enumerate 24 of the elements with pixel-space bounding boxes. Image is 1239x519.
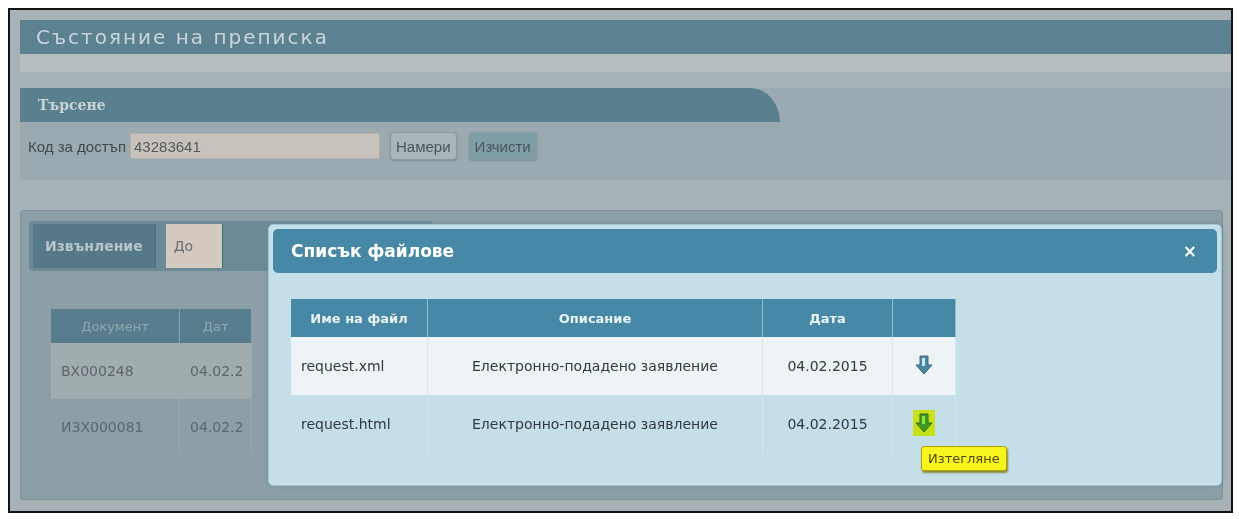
column-header: Дата — [762, 299, 893, 337]
tab[interactable]: До — [165, 224, 223, 268]
tooltip: Изтегляне — [921, 445, 1007, 471]
clear-button[interactable]: Изчисти — [468, 132, 537, 160]
page-title: Състояние на преписка — [36, 25, 329, 49]
table-cell: request.xml — [291, 337, 428, 395]
table-cell: 04.02.2 — [179, 399, 252, 455]
field-label: Код за достъп — [28, 137, 127, 155]
table-cell: 04.02.2015 — [762, 395, 893, 453]
table-cell: request.html — [291, 395, 428, 453]
access-code-field[interactable]: 43283641 — [130, 133, 381, 159]
section-title: Търсене — [38, 97, 106, 113]
table-cell: ВХ000248 — [51, 343, 180, 399]
dialog-title: Списък файлове — [291, 241, 455, 261]
column-header: Описание — [427, 299, 763, 337]
table-cell: 04.02.2 — [179, 343, 252, 399]
close-icon[interactable]: × — [1182, 241, 1197, 261]
table-cell: Електронно-подадено заявление — [427, 395, 763, 453]
tab[interactable]: Извънление — [33, 224, 156, 268]
table-cell: ИЗХ000081 — [51, 399, 180, 455]
table-cell: 04.02.2015 — [762, 337, 893, 395]
column-header: Име на файл — [291, 299, 428, 337]
find-button[interactable]: Намери — [390, 132, 457, 160]
table-cell: Електронно-подадено заявление — [427, 337, 763, 395]
